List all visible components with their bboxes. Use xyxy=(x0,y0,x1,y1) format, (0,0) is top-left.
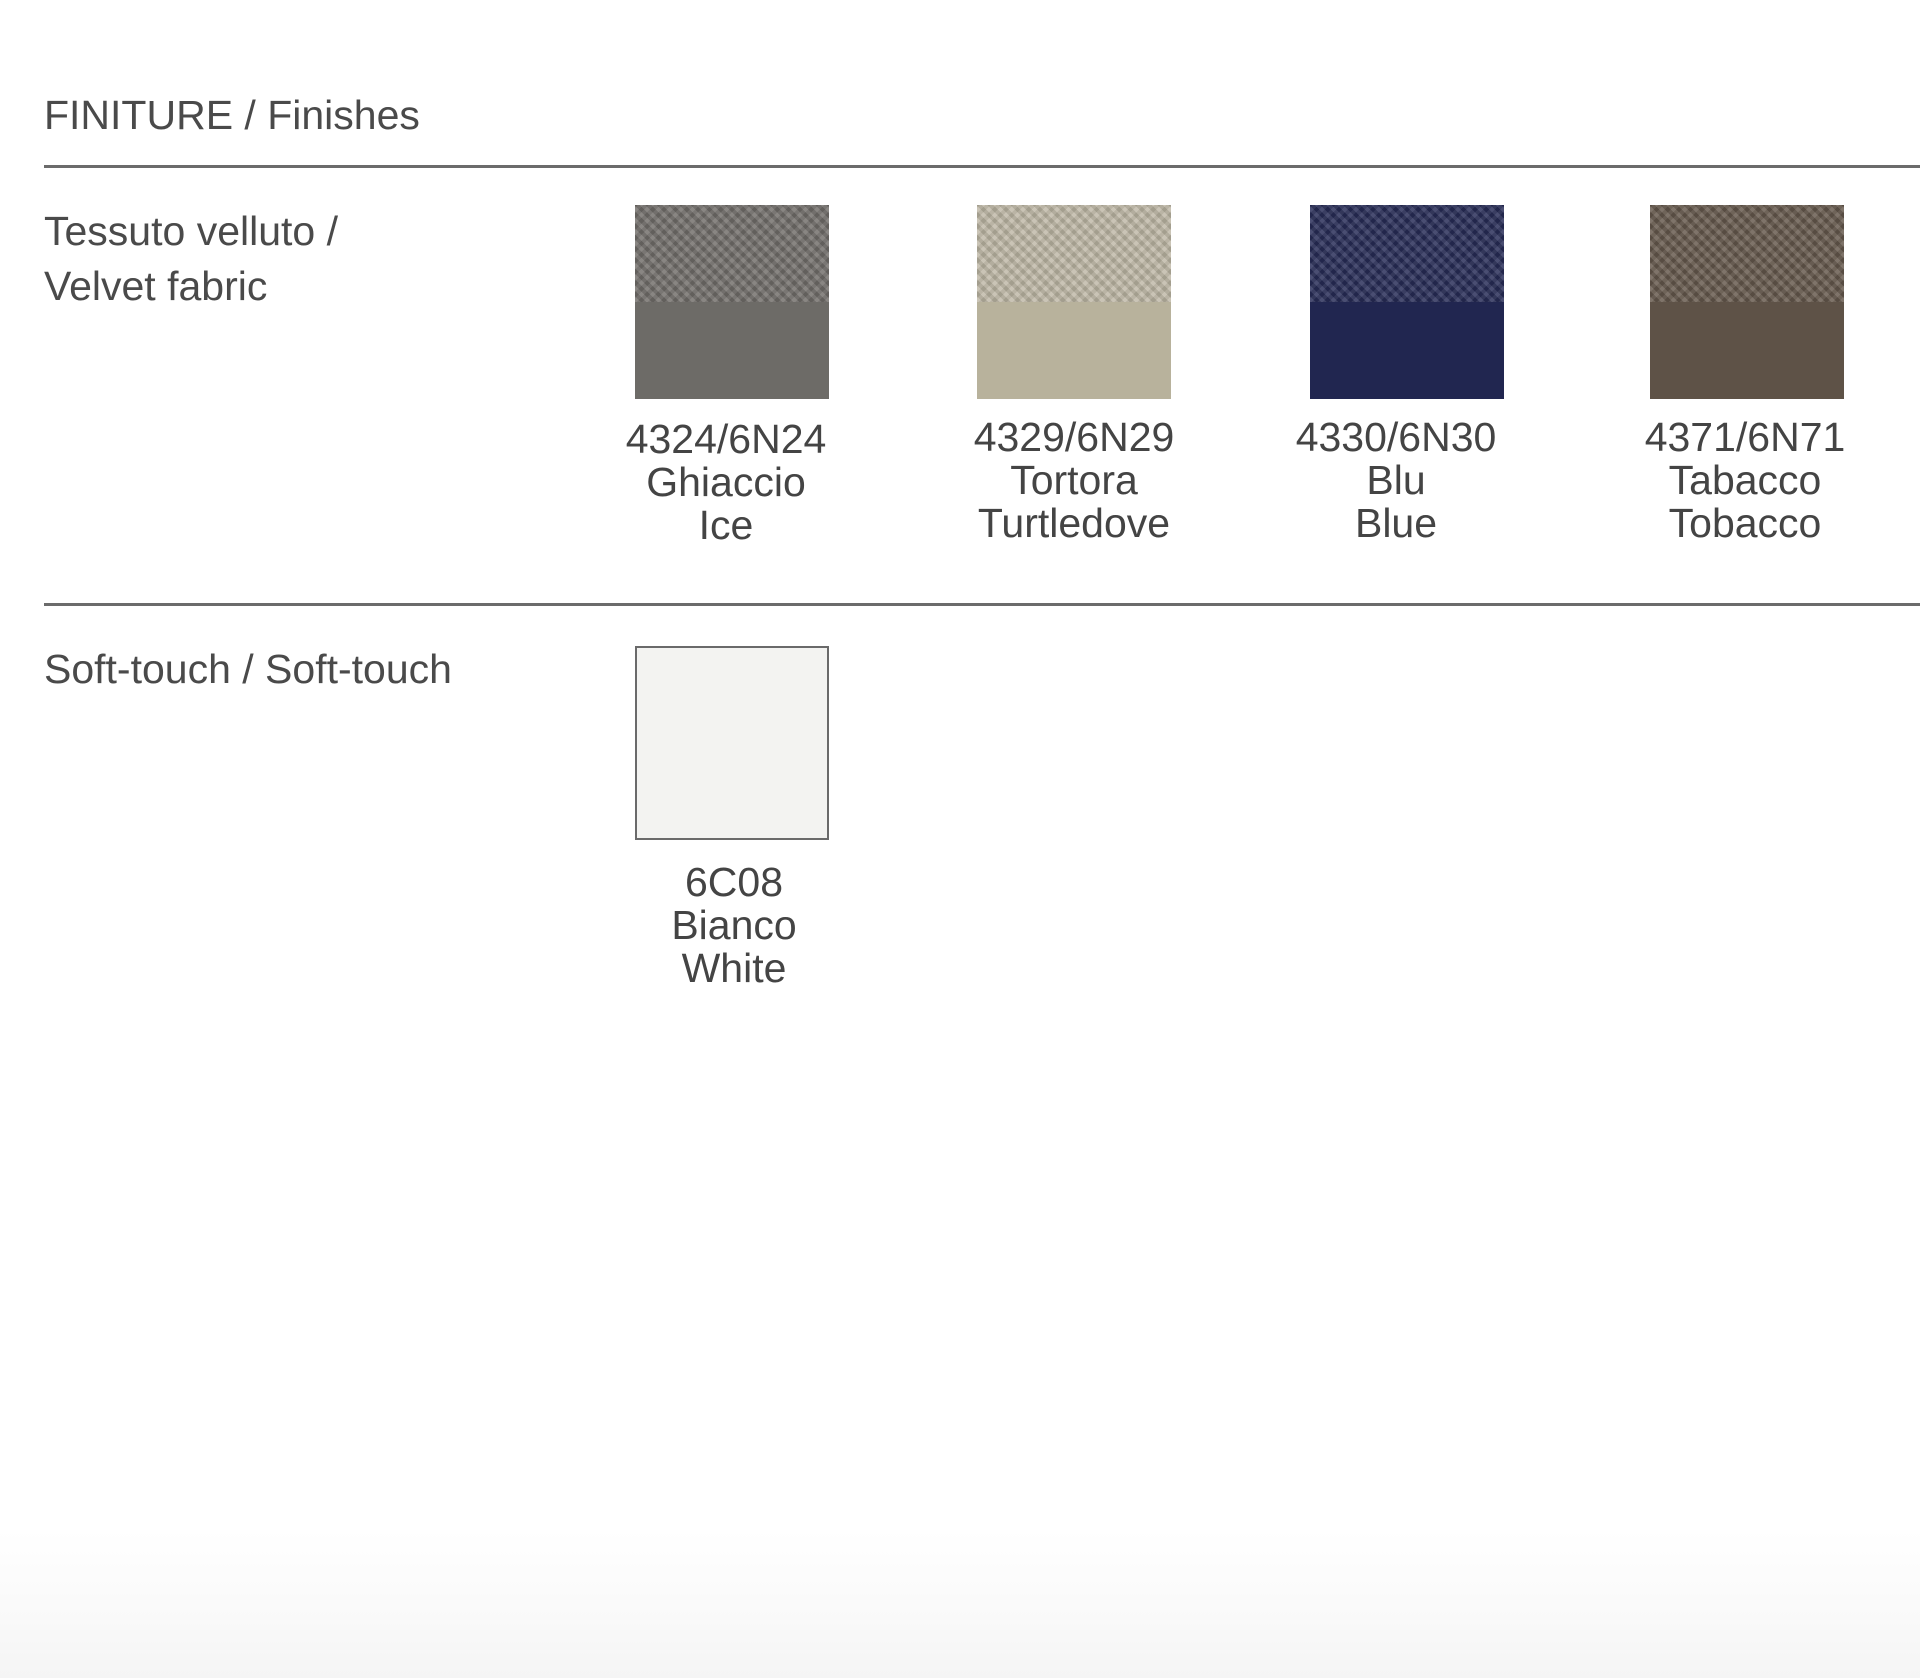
swatch-code: 4329/6N29 xyxy=(973,414,1175,460)
weave-texture xyxy=(635,205,829,302)
weave-texture xyxy=(1310,205,1504,302)
swatch-name-it: Ghiaccio xyxy=(646,459,806,505)
swatch-tortora[interactable] xyxy=(977,205,1171,399)
swatch-name-en: Blue xyxy=(1354,500,1438,546)
swatch-code: 6C08 xyxy=(684,859,783,905)
swatch-bianco[interactable] xyxy=(635,646,829,840)
swatch-name-en: Turtledove xyxy=(977,500,1171,546)
swatch-caption: 4329/6N29 Tortora Turtledove xyxy=(934,416,1214,545)
weave-texture xyxy=(977,205,1171,302)
swatch-caption: 4371/6N71 Tabacco Tobacco xyxy=(1605,416,1885,545)
swatch-code: 4330/6N30 xyxy=(1295,414,1497,460)
section-label-soft-touch: Soft-touch / Soft-touch xyxy=(44,642,452,697)
page-title: FINITURE / Finishes xyxy=(44,92,420,138)
swatch-code: 4371/6N71 xyxy=(1644,414,1846,460)
section-label-line: Soft-touch / Soft-touch xyxy=(44,646,452,692)
section-label-velvet: Tessuto velluto / Velvet fabric xyxy=(44,204,338,314)
section-label-line: Tessuto velluto / xyxy=(44,208,338,254)
swatch-caption: 4324/6N24 Ghiaccio Ice xyxy=(586,418,866,547)
swatch-ghiaccio[interactable] xyxy=(635,205,829,399)
divider-top xyxy=(44,165,1920,168)
swatch-tabacco[interactable] xyxy=(1650,205,1844,399)
swatch-caption: 4330/6N30 Blu Blue xyxy=(1256,416,1536,545)
swatch-code: 4324/6N24 xyxy=(625,416,827,462)
swatch-name-it: Tabacco xyxy=(1668,457,1822,503)
divider-middle xyxy=(44,603,1920,606)
swatch-name-en: Ice xyxy=(698,502,754,548)
swatch-blu[interactable] xyxy=(1310,205,1504,399)
swatch-caption: 6C08 Bianco White xyxy=(594,861,874,990)
section-label-line: Velvet fabric xyxy=(44,263,268,309)
weave-texture xyxy=(1650,205,1844,302)
swatch-name-en: White xyxy=(681,945,787,991)
swatch-name-it: Tortora xyxy=(1010,457,1138,503)
swatch-name-it: Blu xyxy=(1366,457,1426,503)
swatch-name-en: Tobacco xyxy=(1668,500,1822,546)
swatch-name-it: Bianco xyxy=(671,902,797,948)
